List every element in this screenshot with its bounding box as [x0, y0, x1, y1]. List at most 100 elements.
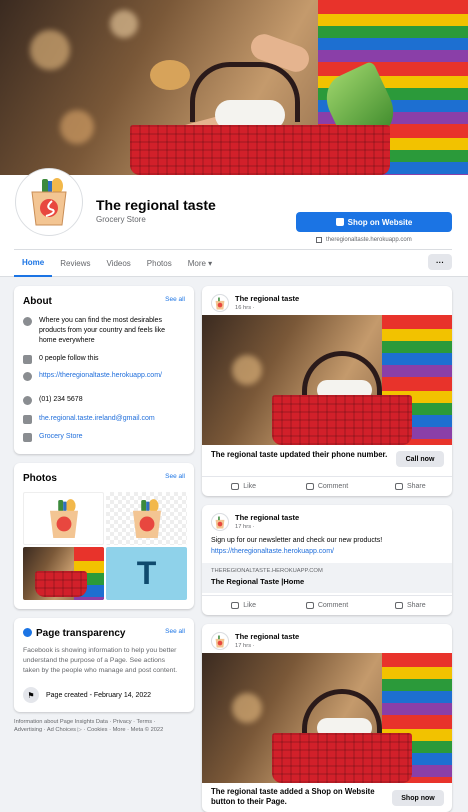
category-link[interactable]: Grocery Store: [39, 432, 83, 442]
shop-now-button[interactable]: Shop now: [392, 790, 444, 806]
tab-more-label: More: [187, 259, 206, 268]
external-link-icon: [316, 237, 322, 243]
link-preview-title: The Regional Taste |Home: [211, 577, 305, 586]
like-button[interactable]: Like: [202, 477, 285, 496]
website-link-label: theregionaltaste.herokuapp.com: [326, 237, 412, 243]
about-description: Where you can find the most desirables p…: [39, 317, 166, 344]
followers-count: 0 people follow this: [39, 355, 99, 362]
globe-icon: [23, 372, 32, 381]
transparency-text: Facebook is showing information to help …: [23, 647, 178, 674]
comment-label: Comment: [317, 483, 349, 490]
like-label: Like: [243, 602, 257, 609]
shop-button-label: Shop on Website: [347, 217, 413, 227]
about-website-row: https://theregionaltaste.herokuapp.com/: [23, 371, 183, 381]
post-author[interactable]: The regional taste: [235, 513, 299, 522]
comment-label: Comment: [317, 602, 349, 609]
photos-see-all-link[interactable]: See all: [165, 473, 185, 480]
tag-icon: [23, 433, 32, 442]
post-header: The regional taste 17 hrs ·: [211, 632, 299, 650]
photo-thumbnail[interactable]: T: [106, 547, 187, 600]
post-card: The regional taste 17 hrs · Sign up for …: [202, 505, 452, 615]
photos-title: Photos: [23, 473, 57, 484]
post-image[interactable]: [202, 315, 452, 445]
page-title: The regional taste: [96, 197, 216, 213]
page-created-date: Page created - February 14, 2022: [46, 691, 152, 699]
bag-icon: [335, 218, 344, 226]
post-author[interactable]: The regional taste: [235, 294, 299, 303]
post-card: The regional taste 16 hrs · The regional…: [202, 286, 452, 496]
thumbs-up-icon: [231, 602, 240, 609]
comment-button[interactable]: Comment: [285, 596, 368, 615]
post-timestamp[interactable]: 17 hrs ·: [235, 524, 299, 530]
photos-card: Photos See all T: [14, 463, 194, 609]
like-button[interactable]: Like: [202, 596, 285, 615]
tab-home[interactable]: Home: [14, 250, 53, 277]
tab-reviews[interactable]: Reviews: [52, 250, 98, 277]
share-label: Share: [406, 483, 426, 490]
post-author[interactable]: The regional taste: [235, 632, 299, 641]
photo-thumbnail[interactable]: [23, 492, 104, 545]
photo-thumbnail[interactable]: [106, 492, 187, 545]
comment-bubble-icon: [305, 602, 314, 609]
shop-on-website-button[interactable]: Shop on Website: [296, 212, 452, 232]
post-avatar[interactable]: [211, 513, 229, 531]
post-caption: The regional taste added a Shop on Websi…: [211, 787, 375, 806]
about-card: About See all Where you can find the mos…: [14, 286, 194, 454]
post-header: The regional taste 16 hrs ·: [211, 294, 299, 312]
grocery-bag-logo-icon: [215, 635, 225, 647]
tab-photos[interactable]: Photos: [139, 250, 180, 277]
grocery-bag-logo-icon: [31, 178, 67, 226]
more-options-button[interactable]: ···: [428, 254, 452, 270]
about-website-link[interactable]: https://theregionaltaste.herokuapp.com/: [39, 371, 162, 381]
thumbnail-letter: T: [136, 555, 157, 591]
tab-more[interactable]: More ▾: [180, 250, 220, 277]
cover-photo[interactable]: [0, 0, 468, 175]
grocery-bag-logo-icon: [215, 297, 225, 309]
post-caption: The regional taste updated their phone n…: [211, 450, 388, 459]
comment-bubble-icon: [305, 483, 314, 490]
facebook-icon: [23, 628, 32, 637]
post-text: Sign up for our newsletter and check our…: [211, 535, 382, 557]
about-email-row: the.regional.taste.ireland@gmail.com: [23, 414, 183, 424]
post-avatar[interactable]: [211, 632, 229, 650]
post-avatar[interactable]: [211, 294, 229, 312]
transparency-see-all-link[interactable]: See all: [165, 628, 185, 635]
about-category-row: Grocery Store: [23, 432, 183, 442]
about-phone-row: (01) 234 5678: [23, 395, 183, 405]
transparency-title: Page transparency: [36, 628, 126, 639]
post-actions: Like Comment Share: [202, 476, 452, 496]
follow-check-icon: [23, 355, 32, 364]
website-link[interactable]: theregionaltaste.herokuapp.com: [316, 237, 412, 243]
post-timestamp[interactable]: 17 hrs ·: [235, 643, 299, 649]
about-description-row: Where you can find the most desirables p…: [23, 316, 183, 346]
share-arrow-icon: [394, 602, 403, 609]
post-header: The regional taste 17 hrs ·: [211, 513, 299, 531]
page-avatar[interactable]: [16, 169, 82, 235]
page-created-row: ⚑ Page created - February 14, 2022: [23, 687, 151, 703]
share-button[interactable]: Share: [369, 477, 452, 496]
post-image[interactable]: [202, 653, 452, 783]
call-now-button[interactable]: Call now: [396, 451, 444, 467]
page-tabs: Home Reviews Videos Photos More ▾: [14, 249, 452, 277]
post-link[interactable]: https://theregionaltaste.herokuapp.com/: [211, 546, 382, 557]
post-actions: Like Comment Share: [202, 595, 452, 615]
flag-icon: ⚑: [23, 687, 39, 703]
photo-thumbnail[interactable]: [23, 547, 104, 600]
post-timestamp[interactable]: 16 hrs ·: [235, 305, 299, 311]
phone-icon: [23, 396, 32, 405]
info-icon: [23, 317, 32, 326]
about-see-all-link[interactable]: See all: [165, 296, 185, 303]
page-category: Grocery Store: [96, 215, 146, 224]
footer-links[interactable]: Information about Page Insights Data · P…: [14, 718, 184, 734]
email-link[interactable]: the.regional.taste.ireland@gmail.com: [39, 414, 155, 424]
share-button[interactable]: Share: [369, 596, 452, 615]
link-preview[interactable]: THEREGIONALTASTE.HEROKUAPP.COM The Regio…: [202, 563, 452, 593]
post-card: The regional taste 17 hrs · The regional…: [202, 624, 452, 812]
comment-button[interactable]: Comment: [285, 477, 368, 496]
page-header: The regional taste Grocery Store Shop on…: [0, 169, 468, 277]
like-label: Like: [243, 483, 257, 490]
post-body: Sign up for our newsletter and check our…: [211, 537, 383, 544]
about-followers-row: 0 people follow this: [23, 354, 183, 364]
envelope-icon: [23, 415, 32, 424]
tab-videos[interactable]: Videos: [98, 250, 138, 277]
